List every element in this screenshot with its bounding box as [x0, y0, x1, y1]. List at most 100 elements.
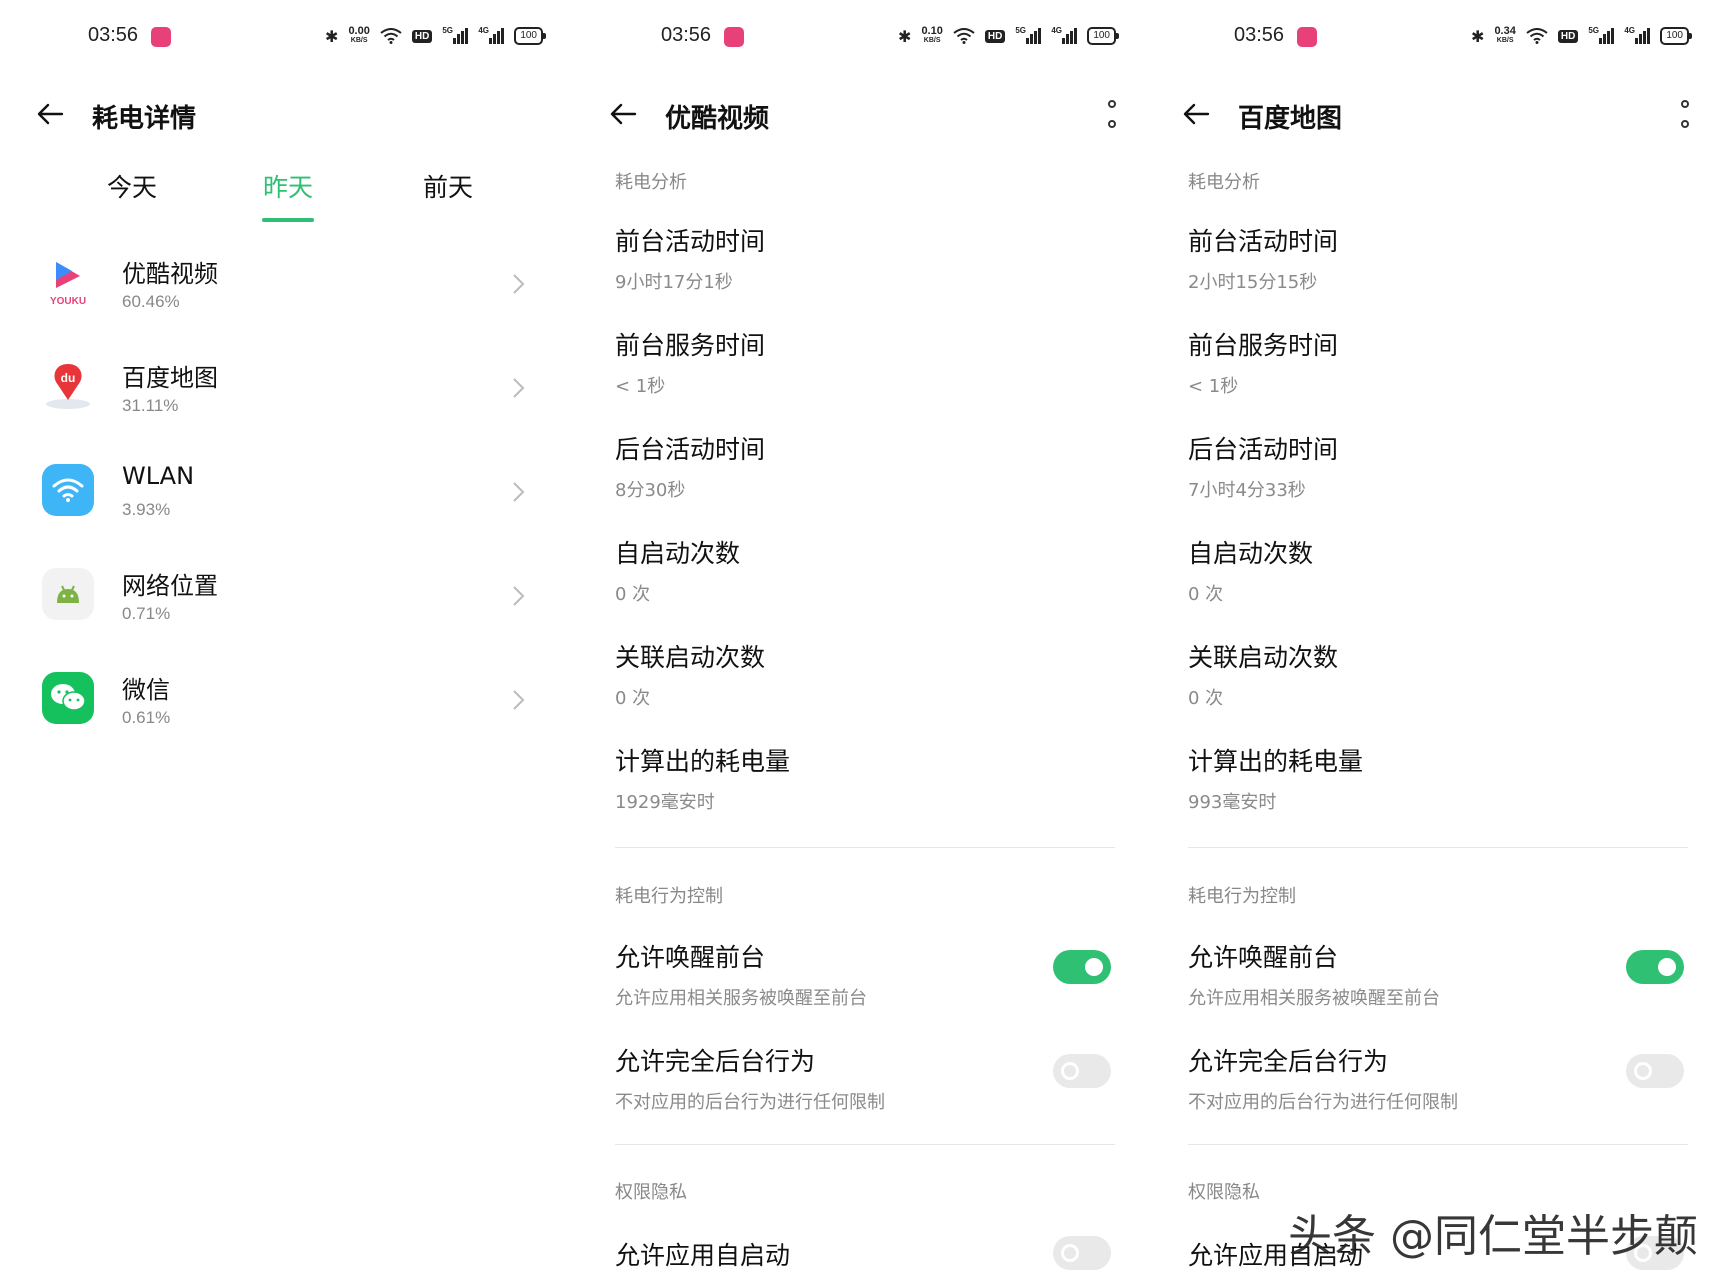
divider: [615, 847, 1115, 848]
hd-voice-icon: HD: [984, 29, 1006, 43]
wifi-icon: [42, 464, 94, 516]
page-title: 优酷视频: [665, 104, 770, 134]
app-percent: 31.11%: [122, 396, 179, 415]
app-percent: 0.71%: [122, 604, 171, 623]
status-bar: 03:56 ✱ 0.10 KB/S HD 5G 4G 100: [573, 22, 1146, 52]
page-title: 百度地图: [1238, 104, 1343, 134]
divider: [1188, 1144, 1688, 1145]
bluetooth-icon: ✱: [325, 26, 339, 46]
list-item-network-location[interactable]: 网络位置 0.71%: [0, 544, 573, 648]
status-bar: 03:56 ✱ 0.00 KB/S HD 5G 4G 100: [0, 22, 573, 52]
bluetooth-icon: ✱: [898, 26, 912, 46]
chevron-right-icon: [513, 482, 525, 502]
app-name: WLAN: [122, 462, 195, 490]
app-percent: 3.93%: [122, 500, 171, 519]
tab-day-before-yesterday[interactable]: 前天: [388, 168, 508, 204]
toggle-auto-start[interactable]: [1053, 1236, 1111, 1270]
toggle-wake-foreground[interactable]: [1626, 950, 1684, 984]
app-bar: 优酷视频: [573, 88, 1146, 144]
tab-today[interactable]: 今天: [72, 168, 192, 204]
status-bar: 03:56 ✱ 0.34 KB/S HD 5G 4G 100: [1146, 22, 1719, 52]
section-header-privacy: 权限隐私: [615, 1182, 687, 1203]
control-full-background: 允许完全后台行为 不对应用的后台行为进行任何限制: [1188, 1047, 1458, 1113]
wifi-status-icon: [953, 28, 975, 44]
app-usage-list: YOUKU 优酷视频 60.46% du 百度地图 31.11% WLAN 3.…: [0, 232, 573, 752]
battery-icon: 100: [1087, 27, 1119, 45]
active-tab-indicator: [262, 218, 314, 222]
wechat-icon: [42, 672, 94, 724]
section-header-analysis: 耗电分析: [1188, 172, 1260, 193]
back-arrow-icon[interactable]: [607, 98, 639, 130]
notification-app-icon: [1297, 27, 1317, 47]
app-bar: 耗电详情: [0, 88, 573, 144]
network-speed: 0.10 KB/S: [921, 25, 943, 45]
divider: [615, 1144, 1115, 1145]
svg-text:du: du: [61, 371, 76, 385]
stat-foreground-active: 前台活动时间 9小时17分1秒: [615, 227, 766, 293]
signal-5g-icon: 5G: [1588, 26, 1615, 44]
section-header-analysis: 耗电分析: [615, 172, 687, 193]
app-percent: 0.61%: [122, 708, 171, 727]
android-icon: [42, 568, 94, 620]
hd-voice-icon: HD: [411, 29, 433, 43]
app-bar: 百度地图: [1146, 88, 1719, 144]
stat-background-active: 后台活动时间 8分30秒: [615, 435, 766, 501]
wifi-status-icon: [1526, 28, 1548, 44]
app-name: 百度地图: [122, 364, 218, 392]
control-wake-foreground: 允许唤醒前台 允许应用相关服务被唤醒至前台: [615, 943, 867, 1009]
status-time: 03:56: [88, 24, 139, 46]
toggle-full-background[interactable]: [1626, 1054, 1684, 1088]
more-options-icon[interactable]: [1679, 100, 1691, 128]
list-item-wlan[interactable]: WLAN 3.93%: [0, 440, 573, 544]
battery-icon: 100: [1660, 27, 1692, 45]
stat-background-active: 后台活动时间 7小时4分33秒: [1188, 435, 1339, 501]
network-speed: 0.00 KB/S: [348, 25, 370, 45]
section-header-privacy: 权限隐私: [1188, 1182, 1260, 1203]
list-item-baidu-map[interactable]: du 百度地图 31.11%: [0, 336, 573, 440]
stat-foreground-service: 前台服务时间 < 1秒: [1188, 331, 1339, 397]
hd-voice-icon: HD: [1557, 29, 1579, 43]
stat-foreground-service: 前台服务时间 < 1秒: [615, 331, 766, 397]
signal-5g-icon: 5G: [442, 26, 469, 44]
notification-app-icon: [151, 27, 171, 47]
chevron-right-icon: [513, 690, 525, 710]
control-full-background: 允许完全后台行为 不对应用的后台行为进行任何限制: [615, 1047, 885, 1113]
youku-battery-screen: 03:56 ✱ 0.10 KB/S HD 5G 4G 100 优酷视频 耗电分析 …: [573, 0, 1146, 1280]
youku-icon: YOUKU: [42, 256, 94, 308]
app-name: 优酷视频: [122, 260, 218, 288]
stat-associated-start-count: 关联启动次数 0 次: [615, 643, 766, 709]
section-header-behavior: 耗电行为控制: [1188, 886, 1296, 907]
control-auto-start: 允许应用自启动: [615, 1241, 791, 1270]
signal-4g-icon: 4G: [478, 26, 505, 44]
tab-yesterday[interactable]: 昨天: [228, 168, 348, 204]
page-title: 耗电详情: [92, 104, 197, 134]
network-speed: 0.34 KB/S: [1494, 25, 1516, 45]
stat-associated-start-count: 关联启动次数 0 次: [1188, 643, 1339, 709]
divider: [1188, 847, 1688, 848]
battery-icon: 100: [514, 27, 546, 45]
stat-auto-start-count: 自启动次数 0 次: [615, 539, 741, 605]
more-options-icon[interactable]: [1106, 100, 1118, 128]
svg-text:YOUKU: YOUKU: [50, 296, 86, 307]
day-tabs: 今天 昨天 前天: [0, 168, 573, 228]
bluetooth-icon: ✱: [1471, 26, 1485, 46]
list-item-wechat[interactable]: 微信 0.61%: [0, 648, 573, 752]
chevron-right-icon: [513, 274, 525, 294]
watermark-text: 头条 @同仁堂半步颠: [1288, 1211, 1698, 1262]
back-arrow-icon[interactable]: [1180, 98, 1212, 130]
signal-4g-icon: 4G: [1624, 26, 1651, 44]
status-time: 03:56: [1234, 24, 1285, 46]
back-arrow-icon[interactable]: [34, 98, 66, 130]
chevron-right-icon: [513, 586, 525, 606]
chevron-right-icon: [513, 378, 525, 398]
app-name: 微信: [122, 676, 170, 704]
signal-4g-icon: 4G: [1051, 26, 1078, 44]
notification-app-icon: [724, 27, 744, 47]
battery-details-screen: 03:56 ✱ 0.00 KB/S HD 5G 4G 100 耗电详情 今天 昨天…: [0, 0, 573, 1280]
wifi-status-icon: [380, 28, 402, 44]
signal-5g-icon: 5G: [1015, 26, 1042, 44]
app-percent: 60.46%: [122, 292, 180, 311]
list-item-youku[interactable]: YOUKU 优酷视频 60.46%: [0, 232, 573, 336]
toggle-full-background[interactable]: [1053, 1054, 1111, 1088]
toggle-wake-foreground[interactable]: [1053, 950, 1111, 984]
